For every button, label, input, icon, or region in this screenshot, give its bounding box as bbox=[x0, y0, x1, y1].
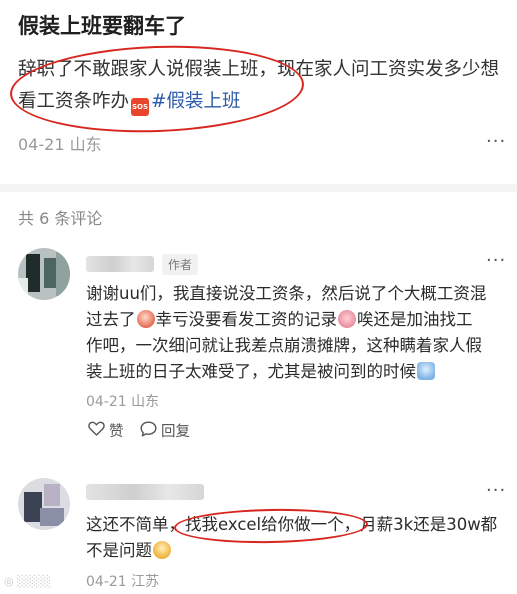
grinning-emoji-icon bbox=[153, 541, 171, 559]
post-title: 假装上班要翻车了 bbox=[18, 14, 186, 38]
crying-emoji-icon bbox=[136, 310, 155, 328]
comments-count: 共 6 条评论 bbox=[18, 209, 103, 228]
like-label: 赞 bbox=[109, 424, 124, 440]
comment-date: 04-21 bbox=[86, 574, 127, 590]
comment-meta: 04-21 江苏 bbox=[86, 571, 159, 591]
author-badge: 作者 bbox=[162, 254, 199, 275]
more-icon[interactable]: ··· bbox=[486, 250, 506, 271]
pig-emoji-icon bbox=[338, 310, 356, 328]
comment-location: 江苏 bbox=[131, 574, 160, 590]
post-date: 04-21 bbox=[18, 135, 65, 154]
comment-text: 谢谢uu们，我直接说没工资条，然后说了个大概工资混过去了 幸亏没要看发工资的记录唉… bbox=[86, 281, 488, 385]
avatar[interactable] bbox=[18, 478, 70, 530]
speech-bubble-icon bbox=[140, 421, 157, 441]
reply-label: 回复 bbox=[161, 424, 190, 440]
comment-text-part: 幸亏没要看发工资的记录 bbox=[155, 310, 338, 329]
comment-meta: 04-21 山东 bbox=[86, 391, 159, 411]
reply-button[interactable]: 回复 bbox=[140, 420, 190, 441]
comment-location: 山东 bbox=[131, 394, 160, 410]
watermark: ◎ ░░░░ bbox=[4, 575, 51, 588]
like-button[interactable]: 赞 bbox=[88, 420, 124, 441]
sweat-emoji-icon bbox=[417, 362, 435, 380]
author-name-redacted bbox=[86, 484, 204, 500]
heart-outline-icon bbox=[88, 421, 105, 440]
author-name-redacted bbox=[86, 256, 154, 272]
section-divider bbox=[0, 184, 517, 192]
post-meta: 04-21 山东 bbox=[18, 131, 102, 155]
comment-date: 04-21 bbox=[86, 394, 127, 410]
more-icon[interactable]: ··· bbox=[486, 480, 506, 501]
avatar[interactable] bbox=[18, 248, 70, 300]
more-icon[interactable]: ··· bbox=[486, 131, 506, 152]
post-page: 假装上班要翻车了 辞职了不敢跟家人说假装上班，现在家人问工资实发多少想看工资条咋… bbox=[0, 0, 517, 594]
post-location: 山东 bbox=[69, 135, 102, 154]
